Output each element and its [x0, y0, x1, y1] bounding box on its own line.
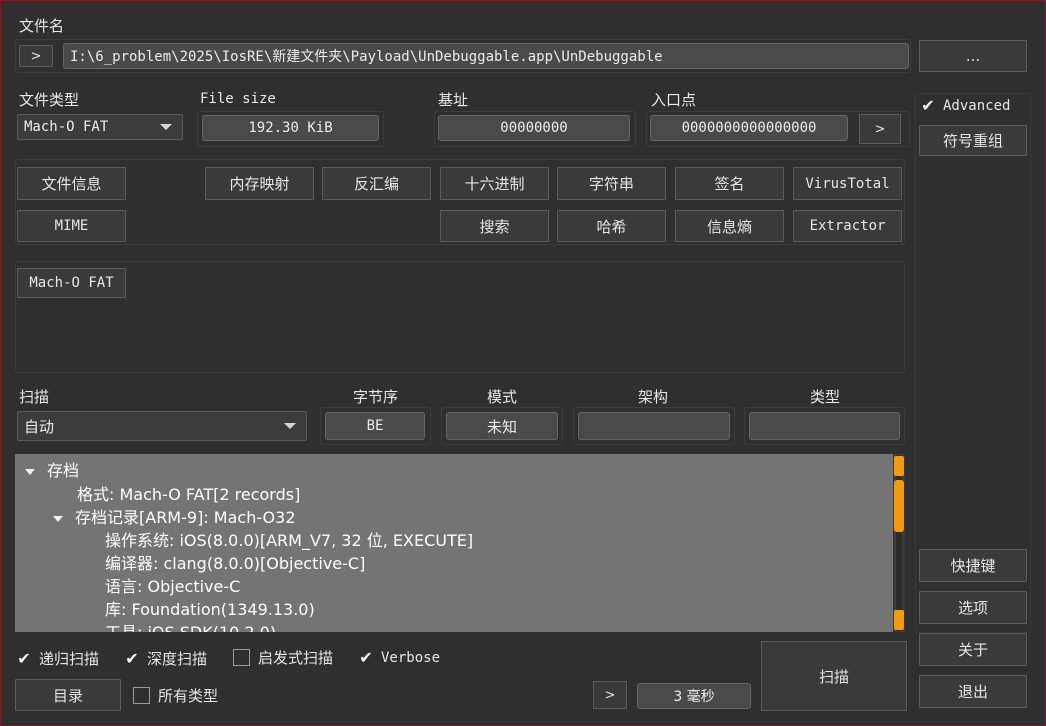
- mode-value: 未知: [446, 412, 558, 440]
- check-icon: ✔: [359, 648, 373, 667]
- check-icon: ✔: [125, 649, 139, 668]
- tree-row-label: 工具: iOS SDK(10.2.0): [105, 623, 276, 632]
- hash-button[interactable]: 哈希: [557, 210, 666, 242]
- results-scrollbar[interactable]: [893, 454, 905, 632]
- file-type-select[interactable]: Mach-O FAT: [17, 114, 183, 140]
- type-label: 类型: [810, 388, 841, 406]
- chevron-down-icon: [160, 124, 172, 130]
- heuristic-scan-checkbox[interactable]: 启发式扫描: [233, 647, 333, 668]
- tree-row[interactable]: 工具: iOS SDK(10.2.0): [105, 619, 276, 632]
- tree-row[interactable]: 存档: [25, 457, 79, 481]
- memory-map-button[interactable]: 内存映射: [205, 167, 314, 200]
- recursive-scan-checkbox[interactable]: ✔ 递归扫描: [17, 648, 99, 669]
- check-icon: ✔: [921, 96, 935, 115]
- base-address-label: 基址: [438, 91, 469, 109]
- all-types-checkbox[interactable]: 所有类型: [133, 685, 218, 706]
- virustotal-button[interactable]: VirusTotal: [793, 167, 902, 200]
- advanced-label: Advanced: [943, 97, 1011, 114]
- checkbox-box[interactable]: [233, 649, 250, 666]
- mode-label: 模式: [487, 388, 518, 406]
- verbose-checkbox[interactable]: ✔ Verbose: [359, 648, 440, 667]
- scan-button[interactable]: 扫描: [761, 641, 907, 711]
- expand-arrow-icon[interactable]: [53, 515, 63, 522]
- scan-label: 扫描: [19, 388, 50, 406]
- tree-row[interactable]: 格式: Mach-O FAT[2 records]: [77, 481, 300, 505]
- elapsed-time: 3 毫秒: [637, 683, 751, 709]
- hex-button[interactable]: 十六进制: [440, 167, 549, 200]
- recursive-scan-label: 递归扫描: [39, 650, 100, 668]
- tree-row[interactable]: 编译器: clang(8.0.0)[Objective-C]: [105, 550, 365, 574]
- file-info-button[interactable]: 文件信息: [17, 167, 126, 200]
- file-path-input[interactable]: I:\6_problem\2025\IosRE\新建文件夹\Payload\Un…: [63, 43, 909, 69]
- directory-button[interactable]: 目录: [15, 679, 121, 711]
- arch-label: 架构: [638, 388, 669, 406]
- strings-button[interactable]: 字符串: [557, 167, 666, 200]
- exit-button[interactable]: 退出: [919, 675, 1027, 708]
- about-button[interactable]: 关于: [919, 633, 1027, 666]
- extractor-button[interactable]: Extractor: [793, 210, 902, 242]
- scroll-down-button[interactable]: [894, 610, 904, 630]
- types-panel: [15, 261, 905, 373]
- tree-row[interactable]: 库: Foundation(1349.13.0): [105, 596, 315, 620]
- tree-row[interactable]: 存档记录[ARM-9]: Mach-O32: [53, 504, 296, 528]
- file-type-value: Mach-O FAT: [24, 119, 109, 135]
- tree-row-label: 库: Foundation(1349.13.0): [105, 600, 315, 619]
- file-type-label: 文件类型: [19, 91, 80, 109]
- checkbox-box[interactable]: [133, 687, 150, 704]
- tree-row[interactable]: 语言: Objective-C: [105, 573, 240, 597]
- tree-row-label: 语言: Objective-C: [105, 577, 241, 596]
- tree-row-label: 操作系统: iOS(8.0.0)[ARM_V7, 32 位, EXECUTE]: [105, 531, 474, 550]
- options-button[interactable]: 选项: [919, 591, 1027, 624]
- scan-mode-select[interactable]: 自动: [17, 411, 307, 441]
- verbose-label: Verbose: [381, 649, 441, 666]
- tree-row-label: 存档: [47, 461, 80, 480]
- scrollbar-thumb[interactable]: [894, 480, 904, 532]
- chevron-down-icon: [284, 423, 296, 429]
- endian-label: 字节序: [353, 388, 399, 406]
- all-types-label: 所有类型: [158, 687, 219, 705]
- signature-button[interactable]: 签名: [675, 167, 784, 200]
- disassembly-button[interactable]: 反汇编: [322, 167, 431, 200]
- scan-mode-value: 自动: [24, 417, 55, 436]
- browse-button[interactable]: ...: [919, 40, 1027, 72]
- arch-value: [578, 412, 730, 440]
- file-size-label: File size: [200, 91, 276, 107]
- file-size-value: 192.30 KiB: [202, 115, 379, 141]
- tree-row-label: 格式: Mach-O FAT[2 records]: [77, 485, 301, 504]
- tree-row[interactable]: 操作系统: iOS(8.0.0)[ARM_V7, 32 位, EXECUTE]: [105, 527, 473, 551]
- main-window: 文件名 > I:\6_problem\2025\IosRE\新建文件夹\Payl…: [0, 0, 1046, 726]
- check-icon: ✔: [17, 649, 31, 668]
- symbols-button[interactable]: 符号重组: [919, 125, 1027, 156]
- entry-point-value[interactable]: 0000000000000000: [650, 115, 848, 141]
- file-name-label: 文件名: [19, 17, 65, 35]
- advanced-checkbox[interactable]: ✔ Advanced: [921, 96, 1010, 115]
- deep-scan-label: 深度扫描: [147, 650, 208, 668]
- entry-point-label: 入口点: [651, 91, 697, 109]
- entropy-button[interactable]: 信息熵: [675, 210, 784, 242]
- scroll-up-button[interactable]: [894, 456, 904, 476]
- type-tab-mach-o-fat[interactable]: Mach-O FAT: [17, 268, 126, 298]
- entry-point-go-button[interactable]: >: [859, 114, 901, 144]
- results-tree[interactable]: 存档 格式: Mach-O FAT[2 records] 存档记录[ARM-9]…: [15, 454, 893, 632]
- base-address-value[interactable]: 00000000: [438, 115, 630, 141]
- next-button[interactable]: >: [593, 681, 627, 709]
- type-value: [749, 412, 900, 440]
- tree-row-label: 存档记录[ARM-9]: Mach-O32: [75, 508, 296, 527]
- file-history-button[interactable]: >: [19, 45, 53, 67]
- heuristic-scan-label: 启发式扫描: [258, 649, 334, 667]
- search-button[interactable]: 搜索: [440, 210, 549, 242]
- tree-row-label: 编译器: clang(8.0.0)[Objective-C]: [105, 554, 366, 573]
- mime-button[interactable]: MIME: [17, 210, 126, 242]
- shortcuts-button[interactable]: 快捷键: [919, 549, 1027, 582]
- endian-value: BE: [325, 412, 425, 440]
- deep-scan-checkbox[interactable]: ✔ 深度扫描: [125, 648, 207, 669]
- expand-arrow-icon[interactable]: [25, 468, 35, 475]
